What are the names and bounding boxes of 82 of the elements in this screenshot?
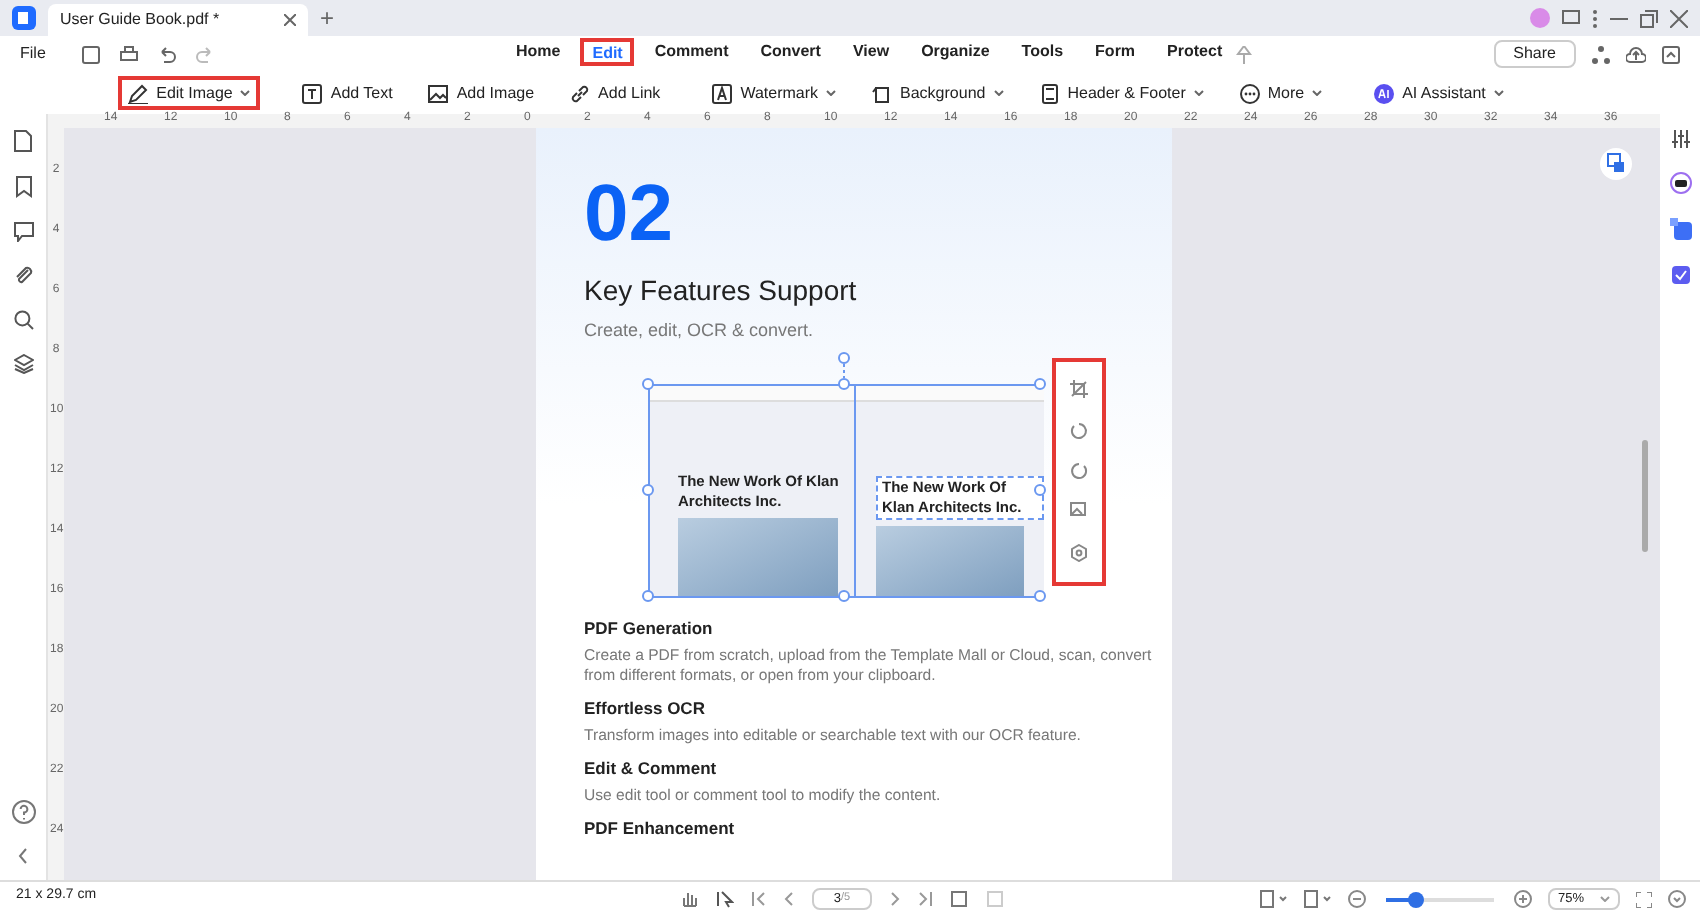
menu-tab[interactable]: Home	[504, 38, 573, 66]
menu-tab[interactable]: Convert	[748, 38, 833, 66]
section-heading: PDF Enhancement	[584, 815, 737, 839]
comment-icon[interactable]	[13, 222, 33, 242]
help-icon[interactable]	[11, 800, 35, 824]
restore-icon[interactable]	[1640, 9, 1658, 27]
menu-tab[interactable]: Edit	[580, 38, 635, 66]
new-tab-button[interactable]: +	[320, 6, 335, 30]
chat-icon[interactable]	[1562, 9, 1580, 27]
view-mode-icon[interactable]	[1260, 890, 1288, 908]
pen-icon	[128, 83, 149, 103]
zoom-out-icon[interactable]	[1348, 890, 1366, 908]
more-icon	[1239, 83, 1260, 103]
collapse-icon[interactable]	[1662, 45, 1680, 63]
print-icon[interactable]	[119, 45, 138, 63]
toolbar-button[interactable]: Header & Footer	[1029, 76, 1214, 110]
header-footer-icon	[1039, 83, 1060, 103]
previous-page-icon[interactable]	[784, 892, 794, 906]
toolbar-button[interactable]: Add Image	[418, 76, 545, 110]
last-page-icon[interactable]	[918, 892, 932, 906]
text-box-icon	[302, 83, 323, 103]
toolbar-button[interactable]: Background	[862, 76, 1014, 110]
page-heading: Key Features Support	[584, 272, 859, 308]
document-tab[interactable]: User Guide Book.pdf *	[48, 4, 308, 36]
menu-tab[interactable]: View	[840, 38, 902, 66]
menu-tab[interactable]: Organize	[909, 38, 1002, 66]
bookmark-icon[interactable]	[15, 176, 31, 198]
next-page-icon[interactable]	[890, 892, 900, 906]
menu-tab[interactable]: Tools	[1009, 38, 1076, 66]
watermark-icon	[712, 83, 733, 103]
checklist-icon[interactable]	[1669, 264, 1691, 286]
fit-page-icon[interactable]	[950, 890, 968, 908]
crop-icon[interactable]	[1070, 380, 1088, 399]
toolbar-button[interactable]: Add Link	[560, 76, 671, 110]
toolbar-button[interactable]: Add Text	[292, 76, 403, 110]
toolbar-button[interactable]: More	[1229, 76, 1333, 110]
rotate-right-icon[interactable]	[1070, 461, 1088, 480]
zoom-slider-thumb[interactable]	[1408, 891, 1425, 907]
app-logo-icon	[12, 6, 36, 30]
upload-icon[interactable]	[1626, 45, 1646, 63]
share-button[interactable]: Share	[1493, 40, 1576, 68]
scrollbar-thumb[interactable]	[1642, 440, 1648, 552]
undo-icon[interactable]	[157, 45, 176, 63]
page-icon[interactable]	[14, 130, 32, 152]
zoom-in-icon[interactable]	[1514, 890, 1532, 908]
page-subtitle: Create, edit, OCR & convert.	[584, 318, 816, 344]
sliders-icon[interactable]	[1671, 130, 1689, 148]
rotate-left-icon[interactable]	[1070, 421, 1088, 440]
toolbar-button[interactable]: AI Assistant	[1364, 76, 1514, 110]
menu-tab[interactable]: Protect	[1155, 38, 1235, 66]
more-icon[interactable]	[1592, 9, 1598, 27]
caret-icon	[1600, 896, 1610, 902]
expand-icon[interactable]	[1668, 890, 1686, 908]
link-icon	[570, 83, 591, 103]
minimize-icon[interactable]	[1610, 17, 1628, 19]
select-tool-icon[interactable]	[716, 890, 734, 908]
toolbar-button[interactable]: Watermark	[702, 76, 847, 110]
first-page-icon[interactable]	[752, 892, 766, 906]
ai-robot-icon[interactable]	[1669, 172, 1691, 194]
close-icon[interactable]	[284, 14, 296, 26]
toolbar-button[interactable]: Edit Image	[118, 76, 261, 110]
section-heading: Edit & Comment	[584, 755, 719, 779]
section-heading: Effortless OCR	[584, 695, 707, 719]
search-icon[interactable]	[13, 310, 33, 330]
menu-tab[interactable]: Form	[1083, 38, 1148, 66]
menu-tab[interactable]: Comment	[642, 38, 741, 66]
layers-icon[interactable]	[13, 354, 33, 374]
section-heading: PDF Generation	[584, 615, 715, 639]
ai-icon	[1374, 83, 1395, 103]
page-layout-icon[interactable]	[1304, 890, 1332, 908]
tab-title: User Guide Book.pdf *	[60, 8, 220, 32]
replace-image-icon[interactable]	[1070, 502, 1088, 521]
network-icon[interactable]	[1592, 45, 1610, 63]
paint-bucket-icon	[872, 83, 893, 103]
save-icon[interactable]	[81, 45, 100, 63]
settings-icon[interactable]	[1070, 543, 1088, 562]
image-icon	[428, 83, 449, 103]
close-icon[interactable]	[1670, 9, 1688, 27]
fullscreen-icon[interactable]	[1636, 891, 1652, 907]
attachment-icon[interactable]	[13, 266, 33, 286]
file-menu[interactable]: File	[20, 42, 46, 66]
page-number-heading: 02	[584, 168, 675, 260]
